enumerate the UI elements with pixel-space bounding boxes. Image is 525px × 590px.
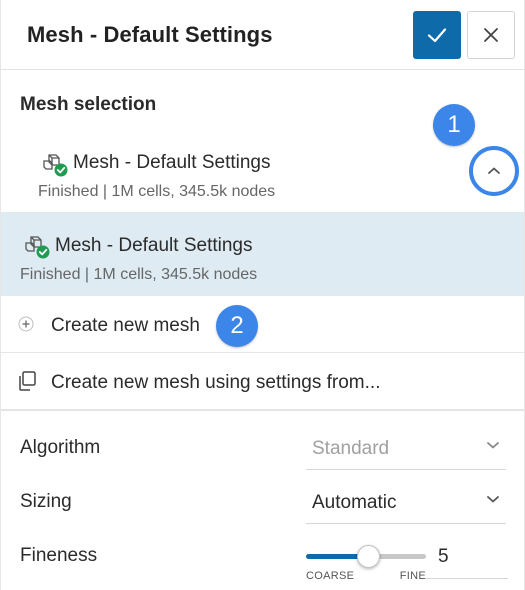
collapse-dropdown-button[interactable] (469, 146, 519, 196)
slider-max-label: FINE (399, 570, 426, 582)
mesh-selection-dropdown[interactable]: Mesh - Default Settings Finished | 1M ce… (1, 138, 524, 212)
fineness-value: 5 (438, 546, 449, 567)
sizing-label: Sizing (20, 491, 72, 512)
fineness-value-underline (426, 578, 508, 579)
mesh-option-item[interactable]: Mesh - Default Settings Finished | 1M ce… (1, 212, 524, 296)
sizing-value: Automatic (312, 492, 397, 513)
mesh-finished-icon (23, 234, 50, 260)
chevron-up-icon (488, 167, 500, 174)
option-mesh-name: Mesh - Default Settings (55, 235, 253, 256)
slider-thumb[interactable] (356, 545, 380, 568)
copy-icon (19, 371, 36, 391)
step-badge-1: 1 (433, 104, 475, 146)
algorithm-value: Standard (312, 438, 390, 459)
mesh-selection-label: Mesh selection (20, 94, 157, 115)
create-new-mesh-label: Create new mesh (51, 315, 200, 336)
create-new-mesh-item[interactable]: Create new mesh (1, 296, 524, 353)
selected-mesh-name: Mesh - Default Settings (73, 152, 271, 173)
sizing-select[interactable]: Automatic (306, 482, 506, 524)
close-icon (484, 28, 498, 42)
plus-icon (18, 316, 34, 332)
confirm-button[interactable] (413, 11, 461, 59)
slider-min-label: COARSE (306, 570, 355, 582)
option-mesh-status: Finished | 1M cells, 345.5k nodes (20, 266, 258, 283)
chevron-down-icon (487, 442, 499, 449)
chevron-down-icon (487, 496, 499, 503)
close-button[interactable] (467, 11, 515, 59)
algorithm-label: Algorithm (20, 437, 101, 458)
algorithm-select[interactable]: Standard (306, 428, 506, 470)
selected-mesh-status: Finished | 1M cells, 345.5k nodes (38, 183, 276, 200)
create-mesh-from-settings-item[interactable]: Create new mesh using settings from... (1, 353, 524, 410)
fineness-slider[interactable]: COARSE FINE (306, 540, 426, 582)
check-icon (427, 28, 447, 43)
mesh-settings-panel: Mesh - Default Settings Mesh selection M… (0, 0, 525, 590)
step-badge-2: 2 (216, 305, 258, 347)
panel-title: Mesh - Default Settings (27, 22, 273, 47)
fineness-label: Fineness (20, 545, 98, 566)
mesh-finished-icon (41, 152, 68, 178)
panel-header: Mesh - Default Settings (1, 0, 524, 70)
create-mesh-from-settings-label: Create new mesh using settings from... (51, 372, 381, 393)
